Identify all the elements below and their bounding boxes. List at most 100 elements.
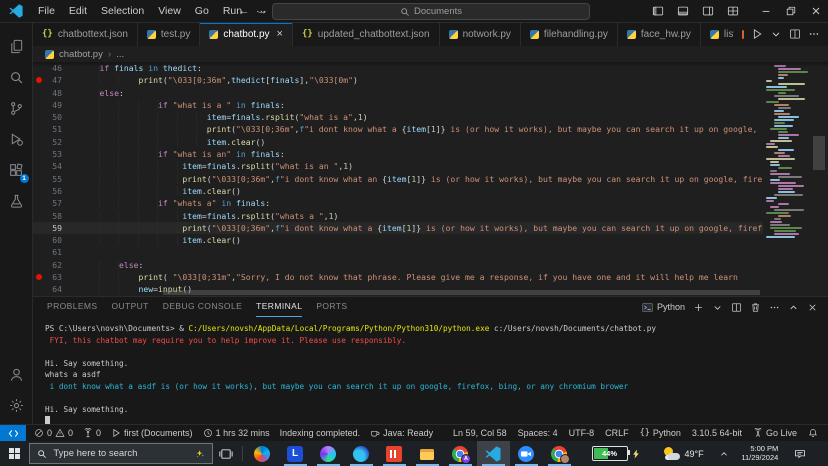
- breakpoint-gutter[interactable]: [33, 74, 44, 86]
- terminal[interactable]: PS C:\Users\novsh\Documents> & C:/Users/…: [45, 323, 824, 425]
- editor-more-actions-button[interactable]: [808, 28, 820, 40]
- activity-testing[interactable]: [0, 186, 33, 217]
- menu-view[interactable]: View: [151, 0, 188, 22]
- breadcrumb-file[interactable]: chatbot.py: [59, 49, 103, 60]
- kill-terminal-button[interactable]: [750, 302, 761, 313]
- breakpoint-gutter[interactable]: [33, 136, 44, 148]
- breakpoint-gutter[interactable]: [33, 259, 44, 271]
- minimap[interactable]: [763, 62, 810, 296]
- active-shell[interactable]: Python: [642, 302, 685, 313]
- panel-tab-problems[interactable]: PROBLEMS: [47, 297, 97, 317]
- minimize-button[interactable]: [753, 0, 778, 22]
- code-line[interactable]: 48 else:: [33, 87, 763, 99]
- terminal-dropdown-button[interactable]: [712, 302, 723, 313]
- taskbar-app-chrome-profile-1[interactable]: A: [444, 441, 477, 466]
- tab-close-icon[interactable]: ×: [277, 28, 283, 40]
- code-line[interactable]: 47 print("\033[0;36m",thedict[finals],"\…: [33, 74, 763, 86]
- taskbar-app-vscode[interactable]: [477, 441, 510, 466]
- vertical-scrollbar-thumb[interactable]: [813, 136, 825, 170]
- split-editor-button[interactable]: [789, 28, 801, 40]
- tab-face_hw.py[interactable]: face_hw.py: [618, 22, 701, 46]
- menu-file[interactable]: File: [31, 0, 62, 22]
- status-java-status[interactable]: Java: Ready: [370, 428, 433, 438]
- status-problems[interactable]: 00: [34, 428, 73, 438]
- code-line[interactable]: 52 item.clear(): [33, 136, 763, 148]
- menu-selection[interactable]: Selection: [94, 0, 151, 22]
- status-indexing-status[interactable]: Indexing completed.: [280, 428, 361, 438]
- code-line[interactable]: 49 if "what is a " in finals:: [33, 99, 763, 111]
- breakpoint-gutter[interactable]: [33, 197, 44, 209]
- vertical-scrollbar[interactable]: [810, 62, 828, 296]
- restore-button[interactable]: [778, 0, 803, 22]
- start-button[interactable]: [0, 441, 29, 466]
- activity-source-control[interactable]: [0, 93, 33, 124]
- activity-extensions[interactable]: 1: [0, 155, 33, 186]
- breakpoint-gutter[interactable]: [33, 87, 44, 99]
- breakpoint-gutter[interactable]: [33, 246, 44, 258]
- status-encoding[interactable]: UTF-8: [569, 428, 595, 438]
- activity-run-and-debug[interactable]: [0, 124, 33, 155]
- tab-updated_chatbottext.json[interactable]: {}updated_chatbottext.json: [293, 22, 440, 46]
- activity-accounts[interactable]: [0, 359, 33, 390]
- breakpoint-gutter[interactable]: [33, 99, 44, 111]
- nav-forward-button[interactable]: →: [254, 0, 270, 22]
- taskbar-search[interactable]: Type here to search: [29, 443, 213, 464]
- status-notifications[interactable]: [808, 428, 818, 438]
- breakpoint-gutter[interactable]: [33, 222, 44, 234]
- breakpoint-gutter[interactable]: [33, 234, 44, 246]
- taskbar-app-zoom[interactable]: [510, 441, 543, 466]
- taskbar-app-copilot[interactable]: [246, 441, 279, 466]
- status-language-mode[interactable]: {}Python: [640, 428, 681, 438]
- code-line[interactable]: 63 print( "\033[0;31m","Sorry, I do not …: [33, 271, 763, 283]
- taskbar-app-file-explorer[interactable]: [411, 441, 444, 466]
- code-line[interactable]: 58 item=finals.rsplit("whats a ",1): [33, 210, 763, 222]
- code-line[interactable]: 46 if finals in thedict:: [33, 62, 763, 74]
- code-line[interactable]: 60 item.clear(): [33, 234, 763, 246]
- code-line[interactable]: 54 item=finals.rsplit("what is an ",1): [33, 160, 763, 172]
- breakpoint-gutter[interactable]: [33, 210, 44, 222]
- code-line[interactable]: 53 if "what is an" in finals:: [33, 148, 763, 160]
- status-cursor-position[interactable]: Ln 59, Col 58: [453, 428, 507, 438]
- toggle-panel-button[interactable]: [670, 0, 695, 22]
- run-dropdown-button[interactable]: [770, 28, 782, 40]
- tab-notwork.py[interactable]: notwork.py: [440, 22, 521, 46]
- tab-test.py[interactable]: test.py: [138, 22, 200, 46]
- taskbar-app-red-app[interactable]: [378, 441, 411, 466]
- status-time-tracker[interactable]: 1 hrs 32 mins: [203, 428, 270, 438]
- activity-search[interactable]: [0, 62, 33, 93]
- breakpoint-gutter[interactable]: [33, 160, 44, 172]
- breakpoint-gutter[interactable]: [33, 283, 44, 295]
- weather-widget[interactable]: 49°F: [663, 441, 704, 466]
- panel-tab-debug-console[interactable]: DEBUG CONSOLE: [163, 297, 242, 317]
- breakpoint-icon[interactable]: [36, 77, 42, 83]
- hidden-icons-button[interactable]: [718, 441, 732, 466]
- panel-tab-terminal[interactable]: TERMINAL: [256, 297, 302, 317]
- menu-go[interactable]: Go: [188, 0, 216, 22]
- close-button[interactable]: [803, 0, 828, 22]
- split-terminal-button[interactable]: [731, 302, 742, 313]
- tab-chatbot.py[interactable]: chatbot.py×: [200, 22, 293, 46]
- breakpoint-gutter[interactable]: [33, 111, 44, 123]
- breadcrumb[interactable]: chatbot.py › ...: [33, 46, 828, 62]
- tab-chatbottext.json[interactable]: {}chatbottext.json: [33, 22, 138, 46]
- code-line[interactable]: 57 if "whats a" in finals:: [33, 197, 763, 209]
- taskbar-app-edge[interactable]: [345, 441, 378, 466]
- breakpoint-gutter[interactable]: [33, 148, 44, 160]
- horizontal-scrollbar-thumb[interactable]: [163, 290, 760, 295]
- toggle-primary-sidebar-button[interactable]: [645, 0, 670, 22]
- panel-tab-ports[interactable]: PORTS: [316, 297, 347, 317]
- status-launch-config[interactable]: first (Documents): [111, 428, 193, 438]
- code-line[interactable]: 55 print("\033[0;36m",f"i dont know what…: [33, 173, 763, 185]
- status-ports[interactable]: 0: [83, 428, 101, 438]
- activity-manage[interactable]: [0, 390, 33, 421]
- run-python-file-button[interactable]: [751, 28, 763, 40]
- battery-widget[interactable]: 44%: [592, 441, 641, 466]
- breakpoint-gutter[interactable]: [33, 173, 44, 185]
- close-panel-button[interactable]: [807, 302, 818, 313]
- toggle-secondary-sidebar-button[interactable]: [695, 0, 720, 22]
- breakpoint-gutter[interactable]: [33, 123, 44, 135]
- breakpoint-gutter[interactable]: [33, 271, 44, 283]
- panel-more-actions-button[interactable]: [769, 302, 780, 313]
- nav-back-button[interactable]: ←: [236, 0, 252, 22]
- tab-list.py[interactable]: list.py: [701, 22, 734, 46]
